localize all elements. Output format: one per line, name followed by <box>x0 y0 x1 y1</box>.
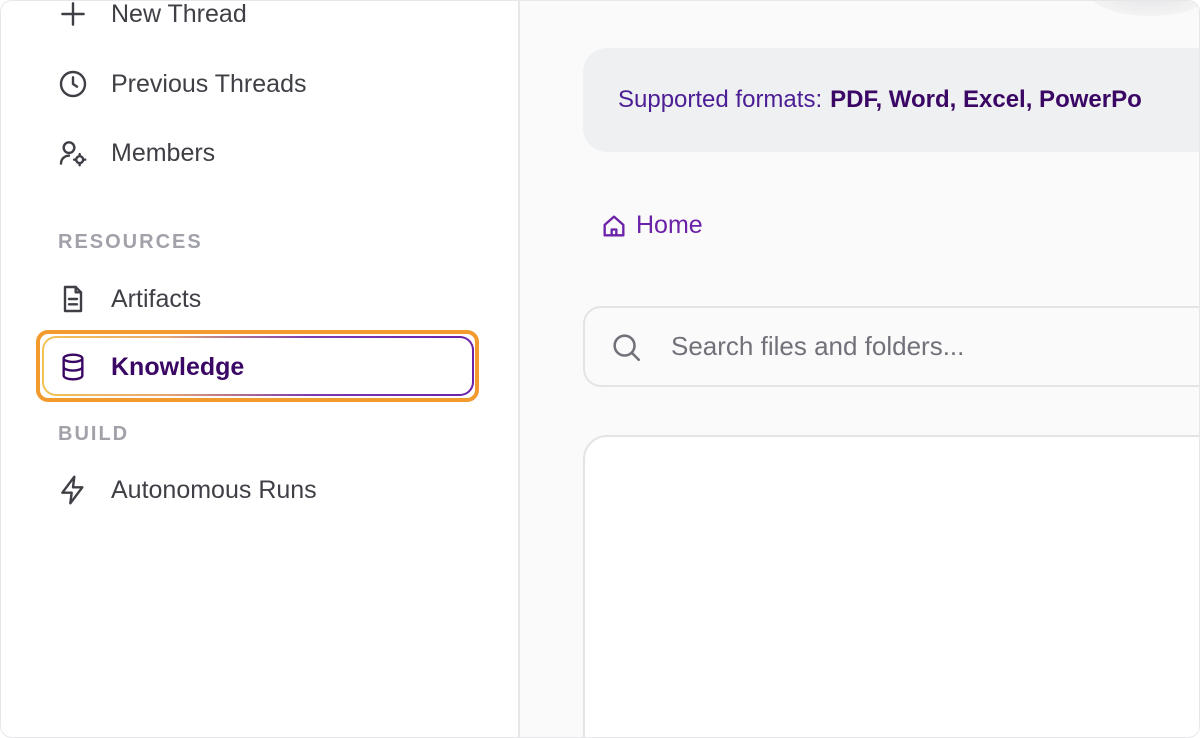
search-icon <box>609 330 643 364</box>
sidebar-item-label: Knowledge <box>111 352 245 381</box>
document-icon <box>56 283 89 316</box>
app-window: New Thread Previous Threads Members RESO… <box>0 0 1200 738</box>
sidebar-item-label: Artifacts <box>111 284 202 313</box>
banner-prefix: Supported formats: <box>618 86 823 113</box>
home-icon <box>600 212 628 240</box>
database-icon <box>56 351 89 384</box>
members-icon <box>56 137 89 170</box>
sidebar-item-previous-threads[interactable]: Previous Threads <box>56 67 306 101</box>
main-content: Supported formats: PDF, Word, Excel, Pow… <box>520 1 1199 737</box>
sidebar-item-autonomous-runs[interactable]: Autonomous Runs <box>56 473 317 507</box>
sidebar-item-new-thread[interactable]: New Thread <box>56 0 247 31</box>
sidebar-item-label: Autonomous Runs <box>111 475 317 504</box>
supported-formats-banner: Supported formats: PDF, Word, Excel, Pow… <box>583 48 1199 152</box>
clock-icon <box>56 68 89 101</box>
search-input[interactable] <box>669 330 1193 363</box>
section-label-build: BUILD <box>58 423 130 445</box>
sidebar-item-knowledge[interactable]: Knowledge <box>56 350 244 384</box>
lightning-icon <box>56 474 89 507</box>
breadcrumb-home[interactable]: Home <box>600 211 703 240</box>
breadcrumb-label: Home <box>636 211 703 239</box>
sidebar-item-label: New Thread <box>111 0 247 28</box>
sidebar-item-members[interactable]: Members <box>56 136 215 170</box>
sidebar-item-label: Previous Threads <box>111 69 307 98</box>
sidebar: New Thread Previous Threads Members RESO… <box>1 0 520 737</box>
sidebar-item-label: Members <box>111 138 216 167</box>
plus-icon <box>56 1 89 31</box>
files-panel <box>583 435 1199 737</box>
decorative-glow <box>1090 1 1199 16</box>
search-box <box>583 306 1199 387</box>
banner-formats: PDF, Word, Excel, PowerPo <box>830 86 1142 113</box>
sidebar-item-artifacts[interactable]: Artifacts <box>56 282 201 316</box>
section-label-resources: RESOURCES <box>58 231 203 253</box>
